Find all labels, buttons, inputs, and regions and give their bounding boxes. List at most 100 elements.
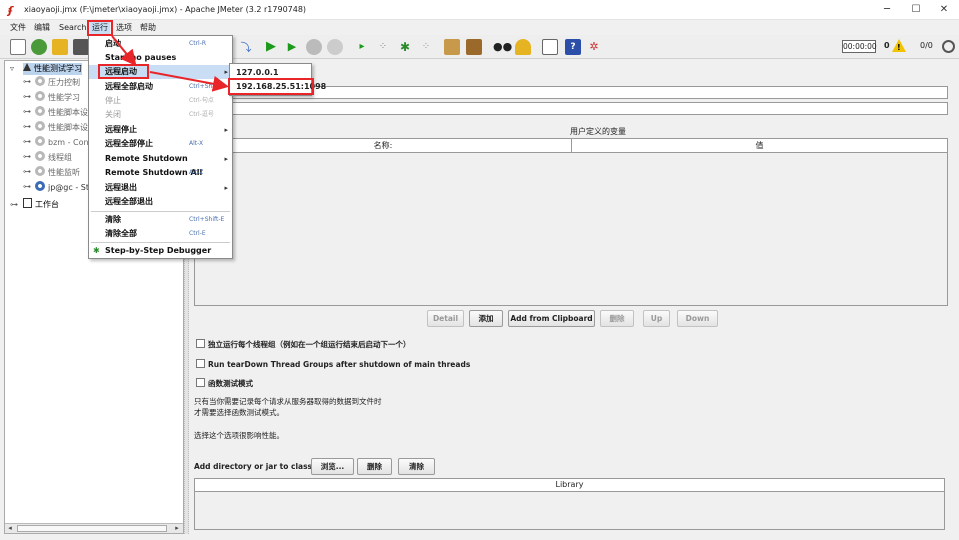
test-plan-panel: 用户定义的变量 名称: 值 Detail 添加 Add from Clipboa…: [190, 60, 955, 534]
remote-start-all-icon[interactable]: ▸: [354, 39, 370, 55]
scroll-right-icon[interactable]: ▸: [172, 524, 182, 533]
menu-item-remote-shutdown-all[interactable]: Remote Shutdown All Alt-Z: [89, 166, 232, 180]
browse-button[interactable]: 浏览...: [311, 458, 354, 475]
remote-stop-all-icon[interactable]: ⁘: [375, 39, 391, 55]
add-from-clipboard-button[interactable]: Add from Clipboard: [508, 310, 595, 327]
tree-node-label: 性能学习: [48, 93, 80, 102]
clear-all-icon[interactable]: [466, 39, 482, 55]
tree-node[interactable]: 压力控制: [35, 76, 80, 88]
tree-node[interactable]: 性能学习: [35, 91, 80, 103]
menu-item-remote-shutdown[interactable]: Remote Shutdown ▸: [89, 152, 232, 166]
open-icon[interactable]: [52, 39, 68, 55]
shutdown-icon[interactable]: [327, 39, 343, 55]
maximize-button[interactable]: ☐: [909, 3, 923, 17]
menu-item-start-no-pauses[interactable]: Start no pauses: [89, 51, 232, 65]
menu-options[interactable]: 选项: [114, 21, 134, 34]
search-icon[interactable]: ●●: [493, 39, 512, 55]
start-icon[interactable]: ▶: [263, 39, 279, 55]
minimize-button[interactable]: ─: [880, 3, 894, 17]
down-button[interactable]: Down: [677, 310, 718, 327]
run-groups-consecutively-checkbox[interactable]: 独立运行每个线程组（例如在一个组运行结束后启动下一个）: [196, 339, 411, 350]
menu-item-remote-exit-all[interactable]: 远程全部退出: [89, 195, 232, 209]
menu-search[interactable]: Search: [57, 21, 88, 34]
tree-node[interactable]: 性能脚本设: [35, 121, 88, 133]
tree-expander-icon[interactable]: ⊶: [23, 77, 31, 86]
gear-icon: [35, 151, 45, 161]
menu-edit[interactable]: 编辑: [32, 21, 52, 34]
classpath-delete-button[interactable]: 删除: [357, 458, 392, 475]
menu-item-remote-stop[interactable]: 远程停止 ▸: [89, 123, 232, 137]
close-button[interactable]: ✕: [937, 3, 951, 17]
library-header[interactable]: Library: [195, 479, 944, 492]
menu-item-clear-all[interactable]: 清除全部 Ctrl-E: [89, 227, 232, 241]
column-value-header[interactable]: 值: [572, 139, 947, 153]
detail-button[interactable]: Detail: [427, 310, 464, 327]
menu-item-shortcut: Alt-X: [189, 140, 204, 147]
menu-item-shortcut: Ctrl-句点: [189, 97, 214, 104]
remote-shutdown-all-icon[interactable]: ✱: [397, 39, 413, 55]
tree-root[interactable]: 性能测试学习: [23, 63, 82, 75]
tree-node[interactable]: 线程组: [35, 151, 72, 163]
submenu-arrow-icon: ▸: [224, 68, 228, 76]
comments-field[interactable]: [230, 102, 948, 115]
menu-item-shutdown[interactable]: 关闭 Ctrl-逗号: [89, 108, 232, 122]
tree-expander-icon[interactable]: ⊶: [23, 107, 31, 116]
templates-icon[interactable]: [31, 39, 47, 55]
tree-expander-icon[interactable]: ⊶: [23, 152, 31, 161]
log-viewer-icon[interactable]: ✲: [586, 39, 602, 55]
stop-icon[interactable]: [306, 39, 322, 55]
start-no-pauses-icon[interactable]: ▶: [284, 39, 300, 55]
menu-item-remote-exit[interactable]: 远程退出 ▸: [89, 181, 232, 195]
menu-file[interactable]: 文件: [8, 21, 28, 34]
tree-expander-icon[interactable]: ⊶: [23, 137, 31, 146]
tree-expander-icon[interactable]: ▿: [10, 64, 14, 73]
up-button[interactable]: Up: [643, 310, 670, 327]
tree-node[interactable]: jp@gc - Ste: [35, 181, 94, 193]
help-icon[interactable]: ?: [565, 39, 581, 55]
menu-item-shortcut: Ctrl+Shift-E: [189, 216, 225, 223]
tree-node[interactable]: 性能脚本设: [35, 106, 88, 118]
tree-expander-icon[interactable]: ⊶: [23, 167, 31, 176]
checkbox-box[interactable]: [196, 339, 205, 348]
tree-node-label: 性能脚本设: [48, 108, 88, 117]
gear-icon: [35, 91, 45, 101]
checkbox-box[interactable]: [196, 378, 205, 387]
user-vars-table[interactable]: 名称: 值: [194, 138, 948, 306]
menu-item-label: 远程退出: [105, 183, 137, 192]
menu-item-start[interactable]: 启动 Ctrl-R: [89, 37, 232, 51]
tree-expander-icon[interactable]: ⊶: [23, 182, 31, 191]
teardown-on-shutdown-checkbox[interactable]: Run tearDown Thread Groups after shutdow…: [196, 359, 470, 370]
scroll-thumb[interactable]: [17, 525, 167, 532]
add-button[interactable]: 添加: [469, 310, 503, 327]
classpath-clear-button[interactable]: 清除: [398, 458, 435, 475]
column-name-header[interactable]: 名称:: [195, 139, 572, 153]
tree-node[interactable]: bzm - Conc: [35, 136, 93, 148]
remote-exit-icon[interactable]: ⁘: [418, 39, 434, 55]
checkbox-label: 函数测试模式: [208, 379, 253, 388]
tree-expander-icon[interactable]: ⊶: [23, 92, 31, 101]
name-field[interactable]: [230, 86, 948, 99]
reset-search-icon[interactable]: [515, 39, 531, 55]
tree-hscrollbar[interactable]: ◂ ▸: [5, 523, 183, 533]
delete-button[interactable]: 删除: [600, 310, 634, 327]
menu-item-remote-stop-all[interactable]: 远程全部停止 Alt-X: [89, 137, 232, 151]
menu-item-debugger[interactable]: ✱ Step-by-Step Debugger: [89, 244, 232, 258]
tree-workbench[interactable]: 工作台: [23, 198, 59, 210]
menu-item-shortcut: Alt-Z: [189, 169, 204, 176]
library-table[interactable]: Library: [194, 478, 945, 530]
function-helper-icon[interactable]: [542, 39, 558, 55]
menu-item-clear[interactable]: 清除 Ctrl+Shift-E: [89, 213, 232, 227]
clear-icon[interactable]: [444, 39, 460, 55]
toggle-icon[interactable]: ⤵: [238, 39, 254, 55]
scroll-left-icon[interactable]: ◂: [5, 524, 15, 533]
tree-expander-icon[interactable]: ⊶: [23, 122, 31, 131]
checkbox-box[interactable]: [196, 359, 205, 368]
menu-help[interactable]: 帮助: [138, 21, 158, 34]
menu-item-stop[interactable]: 停止 Ctrl-句点: [89, 94, 232, 108]
tree-expander-icon[interactable]: ⊶: [10, 200, 18, 209]
menu-item-remote-start-all[interactable]: 远程全部启动 Ctrl+Shift-R: [89, 80, 232, 94]
new-icon[interactable]: [10, 39, 26, 55]
save-icon[interactable]: [73, 39, 89, 55]
functional-mode-checkbox[interactable]: 函数测试模式: [196, 378, 253, 389]
tree-node[interactable]: 性能监听: [35, 166, 80, 178]
